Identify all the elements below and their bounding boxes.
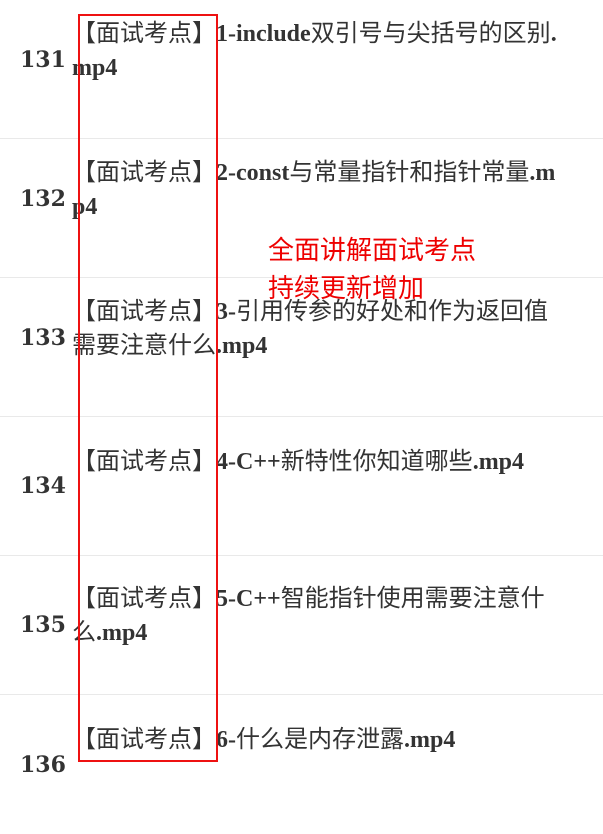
annotation-line-1: 全面讲解面试考点: [268, 236, 477, 266]
row-number: 133: [20, 325, 66, 351]
file-tag: 【面试考点】: [72, 447, 216, 475]
file-code: 4-C++: [216, 449, 281, 475]
file-text: 双引号与尖括号的区别: [310, 19, 551, 47]
row-number: 136: [20, 752, 66, 778]
file-tag: 【面试考点】: [72, 19, 216, 47]
list-item[interactable]: 131 【面试考点】1-include双引号与尖括号的区别.mp4: [0, 0, 603, 139]
file-title[interactable]: 【面试考点】5-C++智能指针使用需要注意什么.mp4: [72, 582, 562, 650]
row-number: 135: [20, 612, 66, 638]
file-tag: 【面试考点】: [72, 584, 216, 612]
row-number: 134: [20, 473, 66, 499]
list-item[interactable]: 135 【面试考点】5-C++智能指针使用需要注意什么.mp4: [0, 556, 603, 695]
file-tag: 【面试考点】: [72, 158, 216, 186]
file-title[interactable]: 【面试考点】4-C++新特性你知道哪些.mp4: [72, 445, 562, 479]
file-text: 与常量指针和指针常量: [289, 158, 530, 186]
file-code: 1-include: [216, 21, 311, 47]
file-extension: .mp4: [404, 727, 456, 753]
annotation-line-2: 持续更新增加: [268, 274, 425, 304]
file-text: 新特性你知道哪些: [280, 447, 473, 475]
file-extension: .mp4: [472, 449, 525, 475]
file-title[interactable]: 【面试考点】1-include双引号与尖括号的区别.mp4: [72, 17, 562, 85]
red-annotation: 全面讲解面试考点 持续更新增加: [268, 232, 476, 308]
file-extension: .mp4: [96, 620, 148, 646]
file-tag: 【面试考点】: [72, 725, 216, 753]
file-code: 2-const: [216, 160, 290, 186]
file-list: 131 【面试考点】1-include双引号与尖括号的区别.mp4 132 【面…: [0, 0, 603, 834]
file-title[interactable]: 【面试考点】6-什么是内存泄露.mp4: [72, 723, 562, 757]
list-item[interactable]: 134 【面试考点】4-C++新特性你知道哪些.mp4: [0, 417, 603, 556]
file-text: 什么是内存泄露: [236, 725, 404, 753]
file-tag: 【面试考点】: [72, 297, 216, 325]
list-item[interactable]: 136 【面试考点】6-什么是内存泄露.mp4: [0, 695, 603, 834]
file-title[interactable]: 【面试考点】2-const与常量指针和指针常量.mp4: [72, 156, 562, 224]
row-number: 132: [20, 186, 66, 212]
file-code: 6-: [216, 727, 236, 753]
row-number: 131: [20, 47, 66, 73]
file-code: 3-: [216, 299, 236, 325]
file-extension: .mp4: [216, 333, 268, 359]
file-code: 5-C++: [216, 586, 281, 612]
